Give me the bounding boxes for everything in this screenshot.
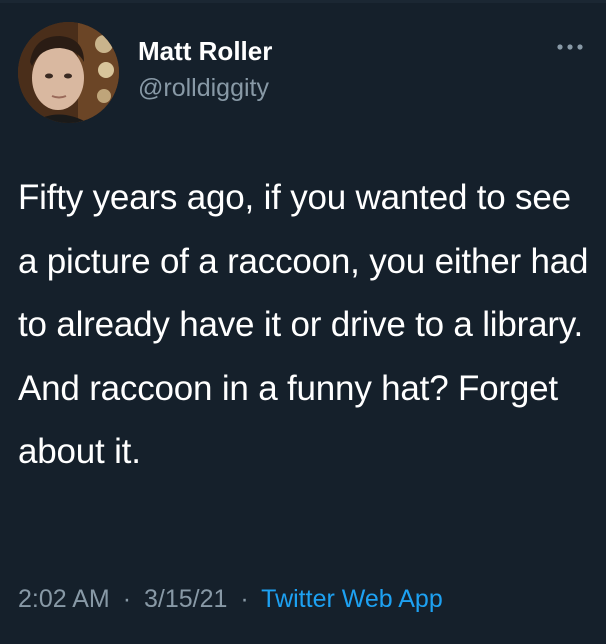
meta-separator: · — [122, 585, 132, 613]
author-name[interactable]: Matt Roller — [138, 36, 272, 67]
author-avatar[interactable] — [18, 22, 119, 123]
author-handle[interactable]: @rolldiggity — [138, 74, 269, 103]
tweet-card: Matt Roller @rolldiggity Fifty years ago… — [0, 0, 606, 644]
tweet-date[interactable]: 3/15/21 — [144, 585, 227, 613]
more-options-icon[interactable] — [556, 40, 584, 54]
tweet-meta: 2:02 AM · 3/15/21 · Twitter Web App — [18, 585, 443, 614]
tweet-text: Fifty years ago, if you wanted to see a … — [18, 178, 589, 471]
user-avatar-photo-icon — [18, 22, 119, 123]
top-edge — [0, 0, 606, 3]
tweet-time[interactable]: 2:02 AM — [18, 585, 110, 613]
meta-separator: · — [240, 585, 249, 613]
tweet-source-link[interactable]: Twitter Web App — [261, 585, 443, 613]
